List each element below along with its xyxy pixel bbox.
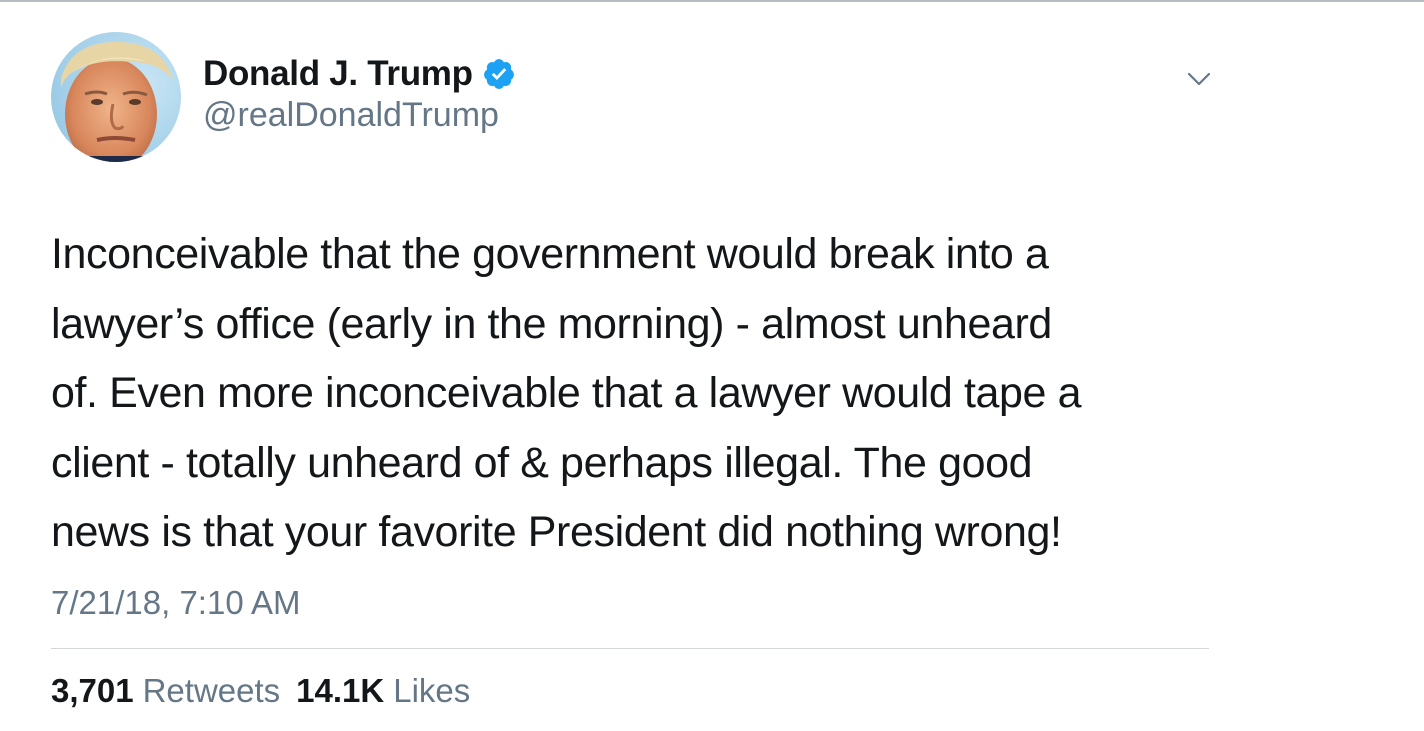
retweets-label: Retweets (142, 672, 281, 709)
tweet-text-line: news is that your favorite President did… (51, 508, 1062, 556)
likes-count: 14.1K (296, 672, 385, 709)
likes-label: Likes (393, 672, 471, 709)
top-border (0, 0, 1424, 2)
tweet-text-line: lawyer’s office (early in the morning) -… (51, 299, 1052, 348)
chevron-down-icon[interactable] (1186, 66, 1212, 92)
tweet-timestamp[interactable]: 7/21/18, 7:10 AM (51, 584, 301, 622)
tweet-stats: 3,701 Retweets 14.1K Likes (51, 672, 486, 710)
tweet-text-line: client - totally unheard of & perhaps il… (51, 438, 1033, 487)
author-name-row: Donald J. Trump (203, 52, 516, 96)
likes-stat[interactable]: 14.1K Likes (296, 672, 470, 710)
divider (51, 648, 1209, 649)
verified-badge-icon (482, 57, 516, 91)
profile-photo (51, 32, 181, 162)
retweets-stat[interactable]: 3,701 Retweets (51, 672, 280, 710)
tweet-text-line: Inconceivable that the government would … (51, 230, 1049, 278)
retweets-count: 3,701 (51, 672, 134, 709)
avatar[interactable] (51, 32, 181, 162)
display-name[interactable]: Donald J. Trump (203, 54, 473, 94)
user-handle[interactable]: @realDonaldTrump (203, 96, 499, 135)
tweet-text-line: of. Even more inconceivable that a lawye… (51, 369, 1082, 417)
tweet-text: Inconceivable that the government would … (51, 220, 1211, 568)
